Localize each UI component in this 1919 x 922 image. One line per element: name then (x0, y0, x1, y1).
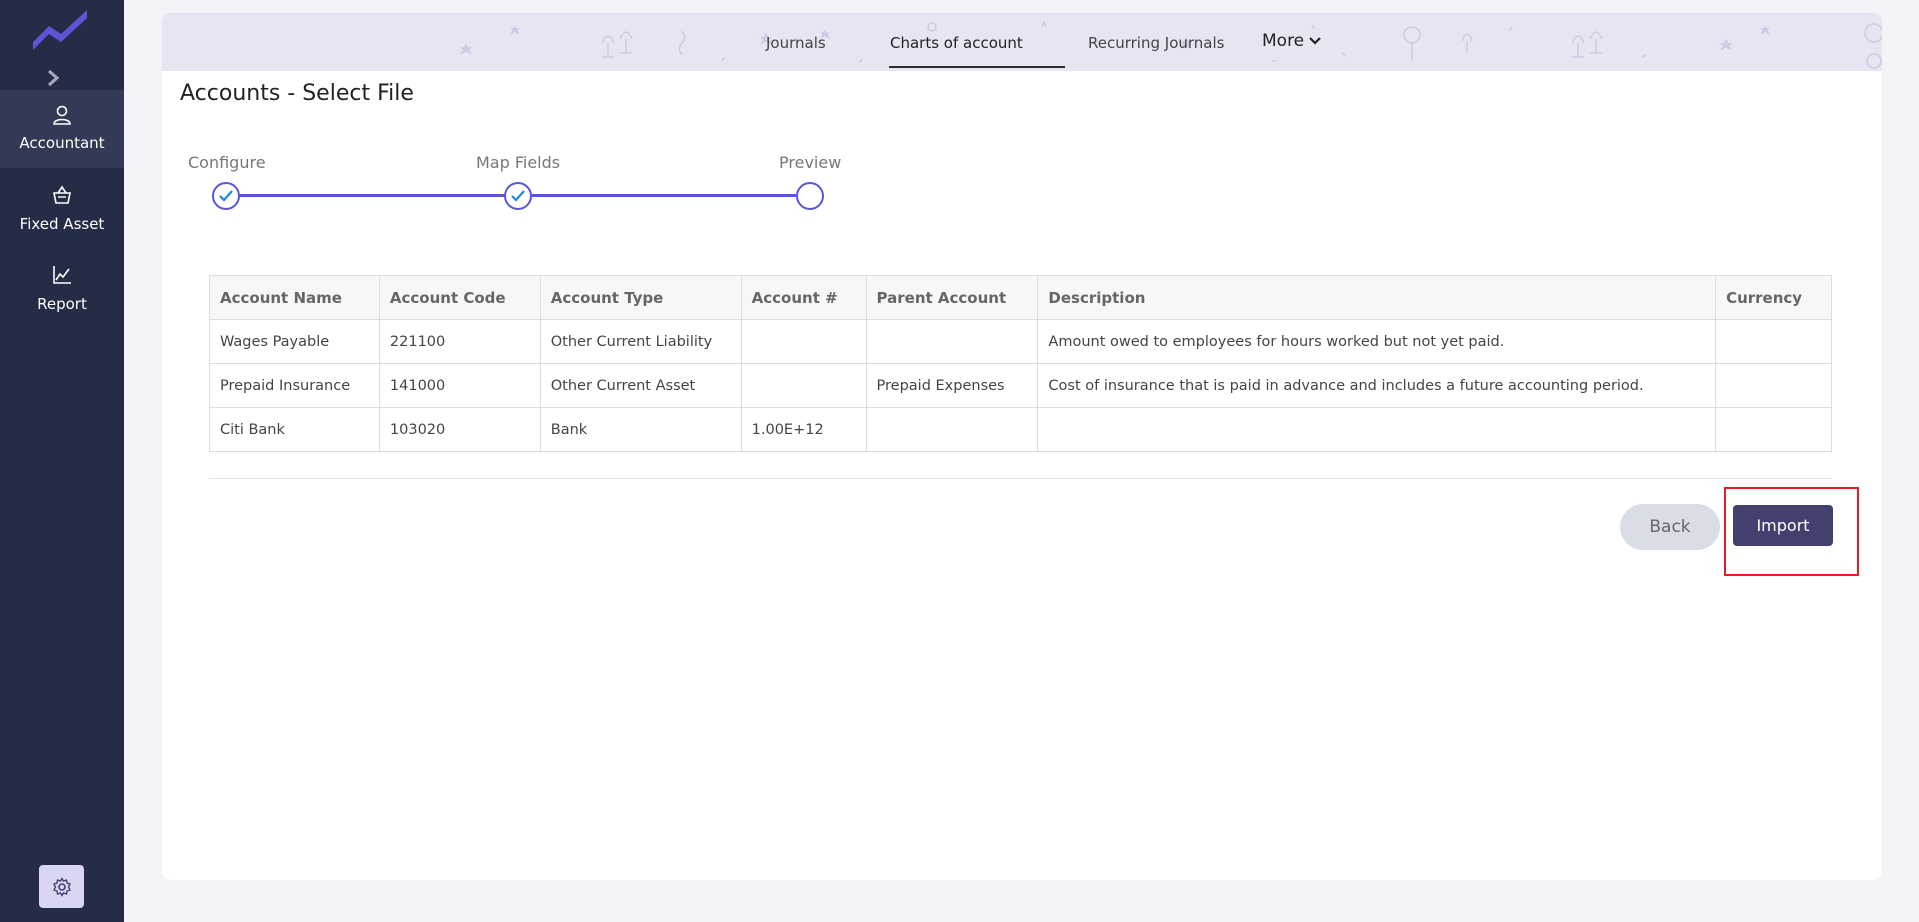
table-cell: 141000 (378, 363, 541, 408)
chevron-right-icon[interactable] (44, 67, 62, 89)
table-row: Wages Payable 221100 Other Current Liabi… (209, 319, 1832, 364)
sidebar-item-accountant[interactable]: Accountant (0, 90, 124, 168)
table-cell (1715, 407, 1832, 452)
sidebar-item-label: Accountant (19, 134, 105, 152)
column-header: Parent Account (865, 275, 1039, 320)
column-header: Description (1037, 275, 1717, 320)
tab-more-label: More (1262, 31, 1305, 51)
settings-button[interactable] (39, 865, 84, 908)
tab-recurring-journals[interactable]: Recurring Journals (1088, 34, 1224, 52)
active-tab-indicator (889, 66, 1065, 68)
column-header: Account Type (539, 275, 742, 320)
table-cell (865, 319, 1039, 364)
app-logo[interactable] (31, 4, 91, 54)
sidebar-item-label: Fixed Asset (19, 215, 105, 233)
step-label-preview: Preview (779, 153, 842, 172)
main-card: Journals Charts of account Recurring Jou… (162, 13, 1882, 880)
column-header: Account # (740, 275, 867, 320)
tab-charts-of-account[interactable]: Charts of account (890, 34, 1023, 52)
check-icon (219, 190, 233, 202)
step-connector (238, 194, 506, 197)
check-icon (511, 190, 525, 202)
table-cell: 221100 (378, 319, 541, 364)
table-cell: Cost of insurance that is paid in advanc… (1037, 363, 1717, 408)
table-cell (1715, 363, 1832, 408)
step-preview-current (796, 182, 824, 210)
table-cell (1037, 407, 1717, 452)
table-cell: Wages Payable (209, 319, 380, 364)
chevron-down-icon (1309, 37, 1321, 45)
step-connector (530, 194, 798, 197)
sidebar-item-fixed-asset[interactable]: Fixed Asset (0, 184, 124, 244)
table-cell: 103020 (378, 407, 541, 452)
table-cell (865, 407, 1039, 452)
sidebar: Accountant Fixed Asset Report (0, 0, 124, 922)
step-label-configure: Configure (188, 153, 266, 172)
sidebar-item-report[interactable]: Report (0, 264, 124, 324)
tab-journals[interactable]: Journals (766, 34, 826, 52)
table-cell: Other Current Asset (539, 363, 742, 408)
table-cell: Other Current Liability (539, 319, 742, 364)
top-tab-bar: Journals Charts of account Recurring Jou… (162, 13, 1882, 71)
table-cell (740, 363, 867, 408)
basket-icon (53, 185, 71, 204)
table-header-row: Account Name Account Code Account Type A… (209, 275, 1832, 320)
sidebar-item-label: Report (37, 295, 87, 313)
table-cell (740, 319, 867, 364)
user-icon (53, 105, 71, 125)
table-cell: Prepaid Insurance (209, 363, 380, 408)
table-row: Prepaid Insurance 141000 Other Current A… (209, 363, 1832, 408)
step-configure-completed (212, 182, 240, 210)
table-cell: Bank (539, 407, 742, 452)
column-header: Currency (1715, 275, 1832, 320)
column-header: Account Code (378, 275, 541, 320)
table-cell: Amount owed to employees for hours worke… (1037, 319, 1717, 364)
page-title: Accounts - Select File (180, 81, 414, 106)
table-cell: 1.00E+12 (740, 407, 867, 452)
table-cell: Citi Bank (209, 407, 380, 452)
table-cell (1715, 319, 1832, 364)
step-label-map-fields: Map Fields (476, 153, 561, 172)
back-button[interactable]: Back (1620, 504, 1720, 550)
divider (209, 478, 1832, 479)
chart-icon (53, 266, 71, 284)
gear-icon (52, 876, 71, 897)
step-map-fields-completed (504, 182, 532, 210)
table-cell: Prepaid Expenses (865, 363, 1039, 408)
tab-more[interactable]: More (1262, 31, 1321, 51)
preview-table: Account Name Account Code Account Type A… (209, 275, 1832, 452)
column-header: Account Name (209, 275, 380, 320)
highlight-box (1724, 487, 1859, 576)
table-row: Citi Bank 103020 Bank 1.00E+12 (209, 407, 1832, 452)
